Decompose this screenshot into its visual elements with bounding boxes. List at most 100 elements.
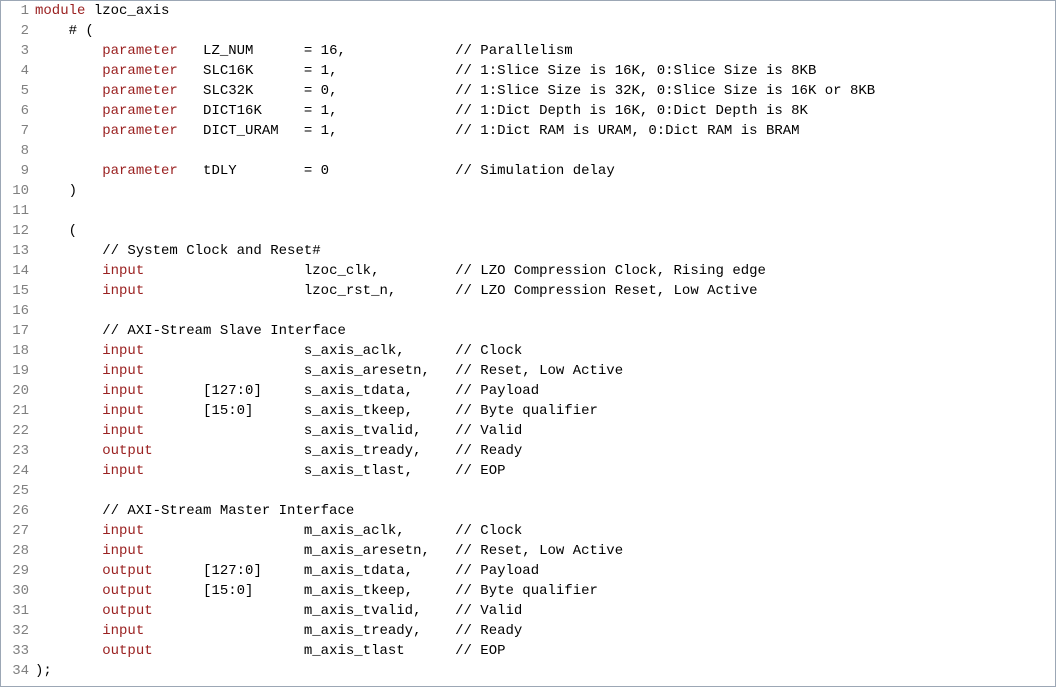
code-line: 18 input s_axis_aclk, // Clock: [1, 341, 1055, 361]
code-line: 30 output [15:0] m_axis_tkeep, // Byte q…: [1, 581, 1055, 601]
code-text: input lzoc_clk, // LZO Compression Clock…: [35, 261, 1055, 281]
line-number: 10: [1, 181, 35, 201]
line-number: 29: [1, 561, 35, 581]
code-text: ): [35, 181, 1055, 201]
code-line: 6 parameter DICT16K = 1, // 1:Dict Depth…: [1, 101, 1055, 121]
code-line: 29 output [127:0] m_axis_tdata, // Paylo…: [1, 561, 1055, 581]
line-number: 11: [1, 201, 35, 221]
line-number: 17: [1, 321, 35, 341]
line-number: 32: [1, 621, 35, 641]
code-text: input s_axis_aclk, // Clock: [35, 341, 1055, 361]
line-number: 30: [1, 581, 35, 601]
code-line: 25: [1, 481, 1055, 501]
code-line: 5 parameter SLC32K = 0, // 1:Slice Size …: [1, 81, 1055, 101]
code-line: 23 output s_axis_tready, // Ready: [1, 441, 1055, 461]
code-line: 10 ): [1, 181, 1055, 201]
line-number: 16: [1, 301, 35, 321]
code-text: module lzoc_axis: [35, 1, 1055, 21]
code-viewer: 1module lzoc_axis2 # (3 parameter LZ_NUM…: [0, 0, 1056, 687]
line-number: 6: [1, 101, 35, 121]
code-text: // AXI-Stream Slave Interface: [35, 321, 1055, 341]
line-number: 21: [1, 401, 35, 421]
code-line: 19 input s_axis_aresetn, // Reset, Low A…: [1, 361, 1055, 381]
line-number: 25: [1, 481, 35, 501]
code-line: 8: [1, 141, 1055, 161]
line-number: 27: [1, 521, 35, 541]
code-line: 15 input lzoc_rst_n, // LZO Compression …: [1, 281, 1055, 301]
line-number: 23: [1, 441, 35, 461]
line-number: 19: [1, 361, 35, 381]
code-line: 17 // AXI-Stream Slave Interface: [1, 321, 1055, 341]
line-number: 14: [1, 261, 35, 281]
code-line: 4 parameter SLC16K = 1, // 1:Slice Size …: [1, 61, 1055, 81]
code-line: 27 input m_axis_aclk, // Clock: [1, 521, 1055, 541]
code-line: 28 input m_axis_aresetn, // Reset, Low A…: [1, 541, 1055, 561]
code-line: 34);: [1, 661, 1055, 681]
line-number: 20: [1, 381, 35, 401]
line-number: 22: [1, 421, 35, 441]
code-line: 7 parameter DICT_URAM = 1, // 1:Dict RAM…: [1, 121, 1055, 141]
code-line: 31 output m_axis_tvalid, // Valid: [1, 601, 1055, 621]
code-line: 14 input lzoc_clk, // LZO Compression Cl…: [1, 261, 1055, 281]
line-number: 9: [1, 161, 35, 181]
code-line: 3 parameter LZ_NUM = 16, // Parallelism: [1, 41, 1055, 61]
code-line: 33 output m_axis_tlast // EOP: [1, 641, 1055, 661]
code-text: input m_axis_aclk, // Clock: [35, 521, 1055, 541]
line-number: 12: [1, 221, 35, 241]
line-number: 8: [1, 141, 35, 161]
line-number: 26: [1, 501, 35, 521]
line-number: 5: [1, 81, 35, 101]
code-line: 9 parameter tDLY = 0 // Simulation delay: [1, 161, 1055, 181]
line-number: 4: [1, 61, 35, 81]
line-number: 3: [1, 41, 35, 61]
line-number: 24: [1, 461, 35, 481]
code-text: parameter LZ_NUM = 16, // Parallelism: [35, 41, 1055, 61]
line-number: 31: [1, 601, 35, 621]
code-text: output m_axis_tvalid, // Valid: [35, 601, 1055, 621]
code-text: input s_axis_tlast, // EOP: [35, 461, 1055, 481]
line-number: 18: [1, 341, 35, 361]
code-text: input [127:0] s_axis_tdata, // Payload: [35, 381, 1055, 401]
code-text: output m_axis_tlast // EOP: [35, 641, 1055, 661]
code-line: 1module lzoc_axis: [1, 1, 1055, 21]
code-text: output [127:0] m_axis_tdata, // Payload: [35, 561, 1055, 581]
line-number: 33: [1, 641, 35, 661]
code-text: [35, 201, 1055, 221]
code-text: (: [35, 221, 1055, 241]
line-number: 13: [1, 241, 35, 261]
code-line: 12 (: [1, 221, 1055, 241]
code-text: [35, 481, 1055, 501]
line-number: 34: [1, 661, 35, 681]
line-number: 7: [1, 121, 35, 141]
code-line: 2 # (: [1, 21, 1055, 41]
code-line: 24 input s_axis_tlast, // EOP: [1, 461, 1055, 481]
code-line: 16: [1, 301, 1055, 321]
code-text: input m_axis_aresetn, // Reset, Low Acti…: [35, 541, 1055, 561]
code-line: 22 input s_axis_tvalid, // Valid: [1, 421, 1055, 441]
line-number: 2: [1, 21, 35, 41]
code-text: // System Clock and Reset#: [35, 241, 1055, 261]
code-text: output s_axis_tready, // Ready: [35, 441, 1055, 461]
line-number: 28: [1, 541, 35, 561]
code-text: parameter DICT16K = 1, // 1:Dict Depth i…: [35, 101, 1055, 121]
code-line: 21 input [15:0] s_axis_tkeep, // Byte qu…: [1, 401, 1055, 421]
line-number: 15: [1, 281, 35, 301]
code-text: input s_axis_aresetn, // Reset, Low Acti…: [35, 361, 1055, 381]
code-text: [35, 301, 1055, 321]
code-line: 32 input m_axis_tready, // Ready: [1, 621, 1055, 641]
code-text: parameter SLC16K = 1, // 1:Slice Size is…: [35, 61, 1055, 81]
code-text: );: [35, 661, 1055, 681]
code-text: parameter tDLY = 0 // Simulation delay: [35, 161, 1055, 181]
code-text: output [15:0] m_axis_tkeep, // Byte qual…: [35, 581, 1055, 601]
code-text: input [15:0] s_axis_tkeep, // Byte quali…: [35, 401, 1055, 421]
code-text: input lzoc_rst_n, // LZO Compression Res…: [35, 281, 1055, 301]
code-line: 13 // System Clock and Reset#: [1, 241, 1055, 261]
code-text: input s_axis_tvalid, // Valid: [35, 421, 1055, 441]
code-line: 26 // AXI-Stream Master Interface: [1, 501, 1055, 521]
code-text: // AXI-Stream Master Interface: [35, 501, 1055, 521]
code-text: input m_axis_tready, // Ready: [35, 621, 1055, 641]
code-line: 20 input [127:0] s_axis_tdata, // Payloa…: [1, 381, 1055, 401]
code-text: parameter SLC32K = 0, // 1:Slice Size is…: [35, 81, 1055, 101]
code-line: 11: [1, 201, 1055, 221]
code-container: 1module lzoc_axis2 # (3 parameter LZ_NUM…: [1, 1, 1055, 681]
